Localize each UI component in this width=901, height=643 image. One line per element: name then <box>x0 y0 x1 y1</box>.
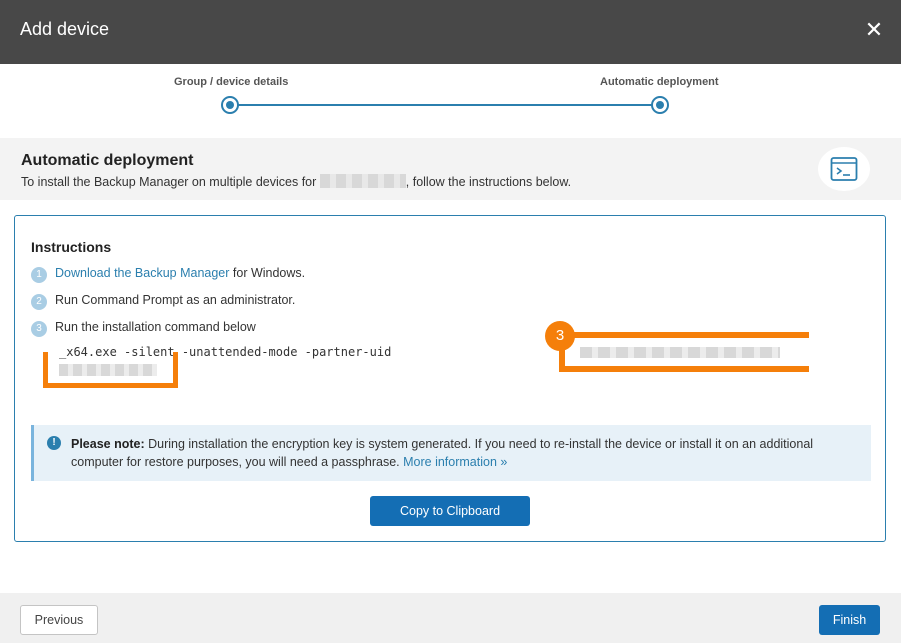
more-information-link[interactable]: More information » <box>403 455 507 469</box>
instruction-step-3-text: Run the installation command below <box>55 320 256 334</box>
step-number-3: 3 <box>31 321 47 337</box>
instruction-step-3: 3 Run the installation command below <box>31 320 256 338</box>
close-icon[interactable]: ✕ <box>862 18 886 42</box>
stepper-line <box>231 104 660 106</box>
section-subtitle: To install the Backup Manager on multipl… <box>21 174 571 189</box>
instructions-title: Instructions <box>31 239 112 255</box>
annotation-highlight-box <box>43 352 178 388</box>
info-icon: ! <box>47 436 61 450</box>
note-box: ! Please note: During installation the e… <box>31 425 871 481</box>
subtitle-text-before: To install the Backup Manager on multipl… <box>21 175 320 189</box>
copy-to-clipboard-button[interactable]: Copy to Clipboard <box>370 496 530 526</box>
annotation-badge: 3 <box>545 321 575 351</box>
instruction-step-1-text: for Windows. <box>229 266 306 280</box>
section-header: Automatic deployment To install the Back… <box>0 138 901 200</box>
finish-button[interactable]: Finish <box>819 605 880 635</box>
dialog-title: Add device <box>20 19 110 39</box>
step-label-automatic-deployment: Automatic deployment <box>600 76 719 88</box>
instruction-step-1: 1 Download the Backup Manager for Windows… <box>31 266 305 284</box>
instructions-panel: Instructions 1 Download the Backup Manage… <box>14 215 886 542</box>
stepper: Group / device details Automatic deploym… <box>0 64 901 138</box>
dialog-footer: Previous Finish <box>0 593 901 643</box>
note-label: Please note: <box>71 437 145 451</box>
subtitle-text-after: , follow the instructions below. <box>405 175 572 189</box>
step-dot-group-device-details <box>221 96 239 114</box>
download-backup-manager-link[interactable]: Download the Backup Manager <box>55 266 229 280</box>
step-number-2: 2 <box>31 294 47 310</box>
redacted-customer-name <box>319 174 406 188</box>
previous-button[interactable]: Previous <box>20 605 98 635</box>
annotation-highlight-box <box>559 332 809 372</box>
step-label-group-device-details: Group / device details <box>174 76 289 88</box>
step-dot-automatic-deployment <box>651 96 669 114</box>
instruction-step-2-text: Run Command Prompt as an administrator. <box>55 293 296 307</box>
terminal-icon <box>818 147 870 191</box>
instruction-step-2: 2 Run Command Prompt as an administrator. <box>31 293 295 311</box>
step-number-1: 1 <box>31 267 47 283</box>
section-heading: Automatic deployment <box>21 152 194 169</box>
dialog-titlebar: Add device ✕ <box>0 0 901 64</box>
note-text: Please note: During installation the enc… <box>71 435 866 471</box>
